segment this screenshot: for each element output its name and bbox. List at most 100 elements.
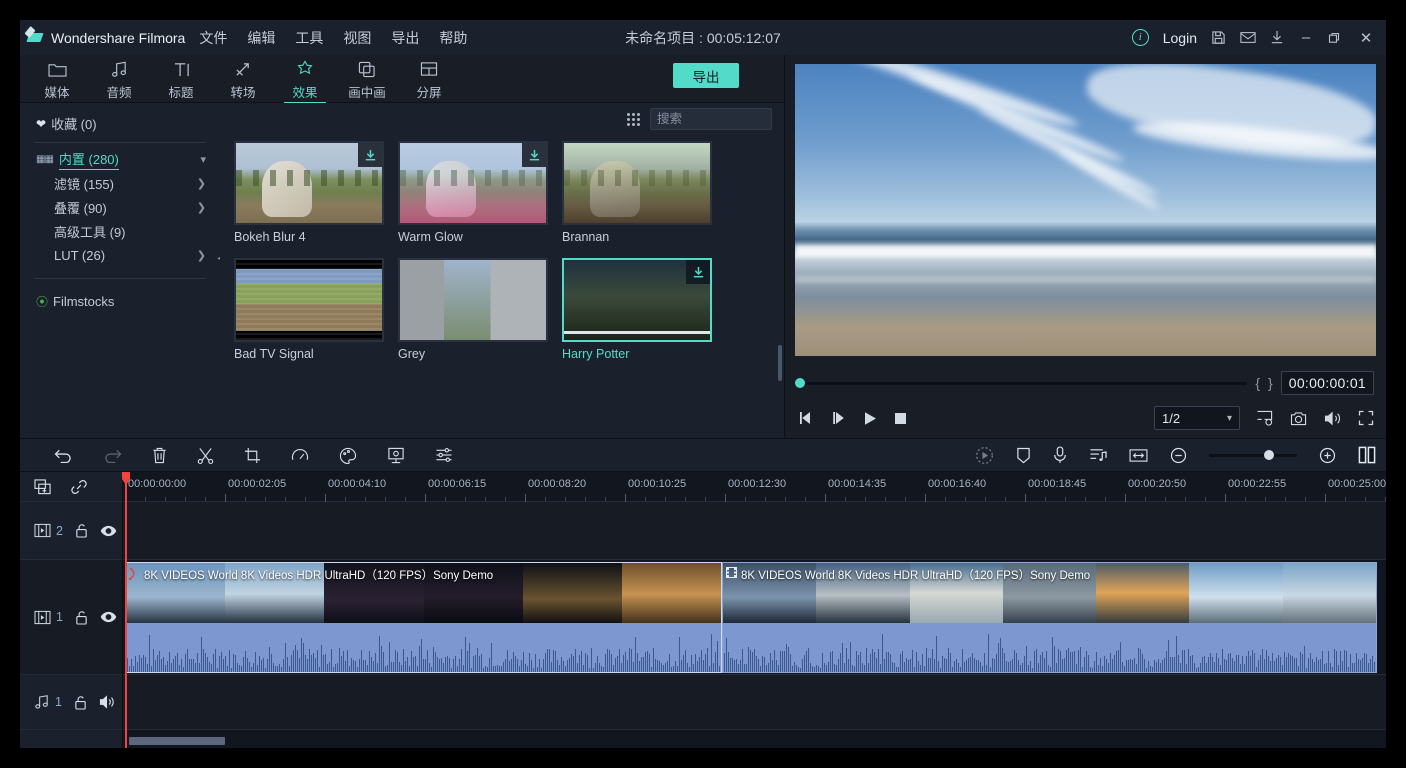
login-button[interactable]: Login [1163,30,1197,46]
delete-icon[interactable] [152,447,167,464]
timeline-scrollbar[interactable] [129,737,225,745]
marker-icon[interactable] [1016,447,1031,464]
lock-icon[interactable] [75,610,88,625]
timeline-clip[interactable]: 8K VIDEOS World 8K Videos HDR UltraHD（12… [722,562,1377,673]
tab-pip[interactable]: 画中画 [336,55,398,101]
menu-item-file[interactable]: 文件 [199,28,227,48]
render-preview-icon[interactable] [975,446,994,465]
chevron-right-icon[interactable]: ❯ [197,201,206,214]
effect-thumbnail[interactable] [234,258,384,342]
effect-card-grey[interactable]: Grey [398,258,548,361]
effects-scrollbar[interactable] [778,345,782,381]
menu-item-export[interactable]: 导出 [391,28,419,48]
sidebar-item-filmstocks[interactable]: ⦿ Filmstocks [20,291,220,312]
effect-thumbnail[interactable] [562,258,712,342]
timeline-track-video-1[interactable]: 8K VIDEOS World 8K Videos HDR UltraHD（12… [123,560,1386,675]
screen-settings-icon[interactable] [1256,410,1274,426]
playhead[interactable] [125,472,127,748]
zoom-slider-handle[interactable] [1264,450,1274,460]
resolution-select[interactable]: 1/2 ▾ [1154,406,1240,430]
volume-icon[interactable] [1324,411,1342,426]
effect-thumbnail[interactable] [398,258,548,342]
zoom-out-icon[interactable] [1170,447,1187,464]
player-scrubber[interactable] [795,382,1247,385]
menu-item-view[interactable]: 视图 [343,28,371,48]
sidebar-item-lut[interactable]: LUT (26) ❯ [20,245,220,266]
track-header-video-1[interactable]: 1 [20,560,122,675]
track-header-audio-1[interactable]: 1 [20,675,122,730]
timeline-ruler[interactable]: 00:00:00:0000:00:02:0500:00:04:1000:00:0… [123,472,1386,502]
effect-thumbnail[interactable] [398,141,548,225]
chevron-right-icon[interactable]: ❯ [197,177,206,190]
sidebar-item-overlays[interactable]: 叠覆 (90) ❯ [20,197,220,218]
chevron-down-icon[interactable]: ▾ [1227,413,1232,424]
timeline-zoom-slider[interactable] [1209,454,1297,457]
download-icon[interactable] [358,143,382,167]
timeline-track-video-2[interactable] [123,502,1386,560]
tab-transitions[interactable]: 转场 [212,55,274,101]
redo-icon[interactable] [103,447,122,463]
view-options-icon[interactable] [627,113,640,126]
tab-splitscreen[interactable]: 分屏 [398,55,460,101]
mark-out-button[interactable]: } [1268,375,1273,391]
close-button[interactable]: ✕ [1358,29,1374,47]
timecode-display[interactable]: 00:00:00:01 [1281,371,1374,395]
link-icon[interactable] [70,479,88,495]
sidebar-item-builtin[interactable]: ▦▦ 内置 (280) ▾ [20,149,220,170]
record-voiceover-icon[interactable] [1053,446,1067,464]
effect-card-bad-tv-signal[interactable]: Bad TV Signal [234,258,384,361]
undo-icon[interactable] [54,447,73,463]
split-scissors-icon[interactable] [197,447,214,464]
info-icon[interactable]: i [1132,29,1149,46]
sidebar-item-advanced-tools[interactable]: 高级工具 (9) [20,221,220,242]
mark-in-button[interactable]: { [1255,375,1260,391]
menu-item-help[interactable]: 帮助 [439,28,467,48]
search-box[interactable] [650,108,772,130]
download-icon[interactable] [1270,30,1284,45]
split-view-icon[interactable] [1358,446,1376,464]
minimize-button[interactable]: – [1298,29,1314,46]
effect-card-warm-glow[interactable]: Warm Glow [398,141,548,244]
chevron-down-icon[interactable]: ▾ [200,153,206,166]
mail-icon[interactable] [1240,31,1256,44]
detach-audio-icon[interactable] [1089,447,1107,464]
tab-effects[interactable]: 效果 [274,55,336,101]
prev-frame-button[interactable] [799,411,815,425]
adjust-sliders-icon[interactable] [435,447,453,463]
add-track-icon[interactable] [34,479,52,495]
effect-card-harry-potter[interactable]: Harry Potter [562,258,712,361]
fullscreen-icon[interactable] [1358,410,1374,426]
lock-icon[interactable] [74,695,87,710]
track-header-video-2[interactable]: 2 [20,502,122,560]
eye-icon[interactable] [100,525,117,537]
effect-thumbnail[interactable] [562,141,712,225]
green-screen-icon[interactable] [387,447,405,464]
stop-button[interactable] [894,412,907,425]
tab-media[interactable]: 媒体 [26,55,88,101]
export-button[interactable]: 导出 [673,63,739,88]
timeline-track-audio-1[interactable] [123,675,1386,730]
next-frame-button[interactable] [831,411,847,425]
chevron-right-icon[interactable]: ❯ [197,249,206,262]
tab-titles[interactable]: 标题 [150,55,212,101]
sidebar-item-filters[interactable]: 滤镜 (155) ❯ [20,173,220,194]
effect-card-brannan[interactable]: Brannan [562,141,712,244]
scrubber-handle[interactable] [795,378,805,388]
zoom-in-icon[interactable] [1319,447,1336,464]
lock-icon[interactable] [75,523,88,538]
menu-item-edit[interactable]: 编辑 [247,28,275,48]
save-icon[interactable] [1211,30,1226,45]
color-palette-icon[interactable] [339,447,357,464]
speed-icon[interactable] [291,447,309,464]
tab-audio[interactable]: 音频 [88,55,150,101]
play-button[interactable] [863,411,878,426]
video-preview[interactable] [795,64,1376,356]
timeline-clip[interactable]: 8K VIDEOS World 8K Videos HDR UltraHD（12… [125,562,722,673]
sidebar-item-favorites[interactable]: ❤ 收藏 (0) [20,113,220,134]
maximize-button[interactable] [1328,32,1344,44]
fit-timeline-icon[interactable] [1129,448,1148,463]
speaker-icon[interactable] [99,695,116,709]
menu-item-tools[interactable]: 工具 [295,28,323,48]
crop-icon[interactable] [244,447,261,464]
download-icon[interactable] [686,260,710,284]
